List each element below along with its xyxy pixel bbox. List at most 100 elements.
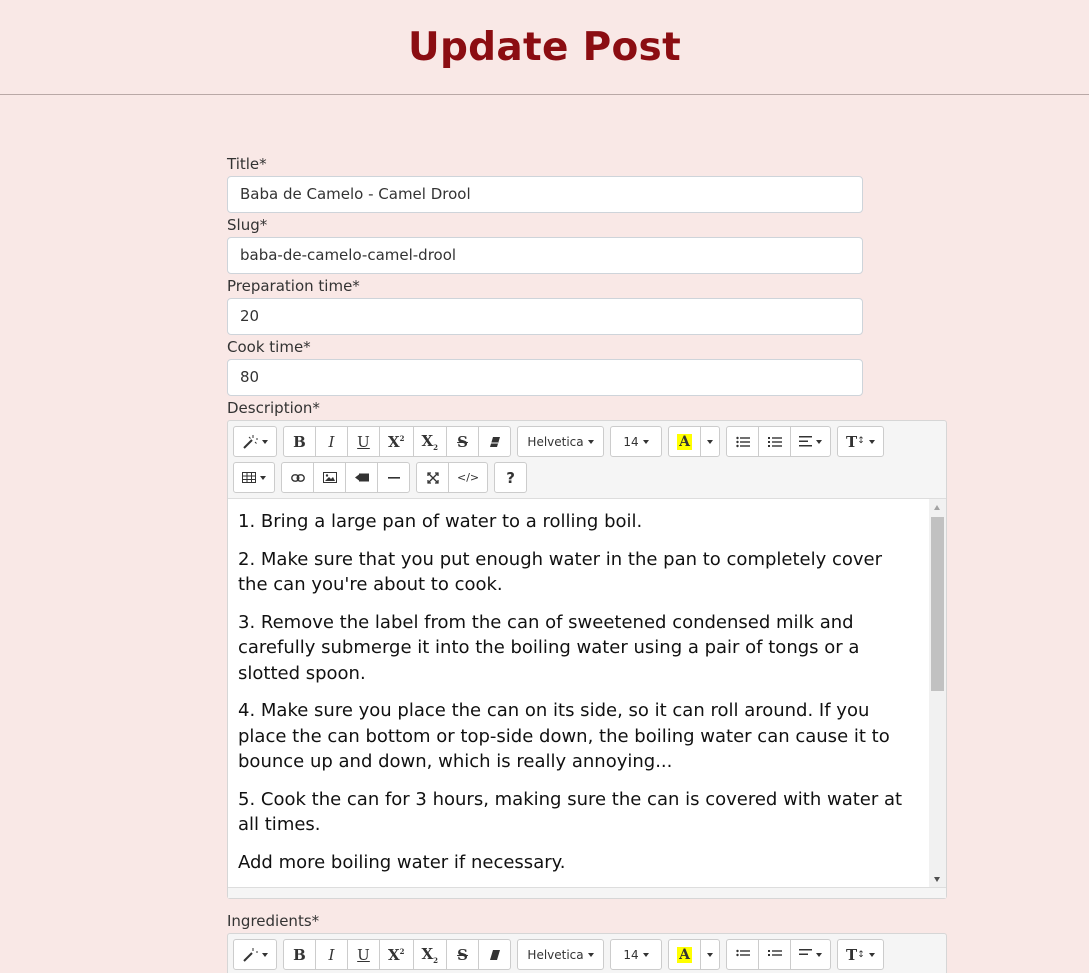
ingredients-line-height-dropdown[interactable]: T ↕ [837,939,884,970]
description-paragraph: 2. Make sure that you put enough water i… [238,548,883,596]
line-height-arrows-icon: ↕ [857,436,865,446]
title-label: Title* [227,155,267,173]
description-paragraph: 1. Bring a large pan of water to a rolli… [238,511,643,532]
subscript-button[interactable]: X2 [412,426,448,457]
cook-time-input[interactable]: 80 [227,359,863,396]
link-button[interactable] [281,462,314,493]
video-button[interactable] [345,462,378,493]
help-button[interactable]: ? [494,462,528,493]
bold-button[interactable]: B [283,426,316,457]
description-editor: B I U X2 X2 S Helvetica 14 A T ↕ </> ? 1… [227,420,947,899]
help-icon: ? [506,468,515,487]
horizontal-rule-button[interactable] [377,462,410,493]
text-height-icon: T [846,945,858,964]
subscript-icon: X2 [421,431,439,452]
title-input[interactable]: Baba de Camelo - Camel Drool [227,176,863,213]
ordered-list-icon [767,436,782,448]
font-family-dropdown[interactable]: Helvetica [517,426,605,457]
font-size-value: 14 [623,947,639,962]
style-button[interactable] [233,426,277,457]
link-icon [290,473,305,482]
superscript-button[interactable]: X2 [379,426,414,457]
description-content-area[interactable]: 1. Bring a large pan of water to a rolli… [228,498,946,887]
ingredients-highlight-color-button[interactable]: A [668,939,702,970]
bold-icon: B [293,945,306,964]
clear-format-button[interactable] [478,426,512,457]
description-paragraph: 3. Remove the label from the can of swee… [238,611,860,684]
editor-resize-bar[interactable] [228,887,946,898]
fullscreen-icon [426,471,439,484]
underline-icon: U [357,432,370,451]
unordered-list-icon [735,949,750,961]
ingredients-superscript-button[interactable]: X2 [379,939,414,970]
code-view-button[interactable]: </> [448,462,489,493]
preparation-time-input[interactable]: 20 [227,298,863,335]
page-header: Update Post [0,0,1089,95]
unordered-list-button[interactable] [726,426,760,457]
ordered-list-icon [767,949,782,961]
ingredients-bold-button[interactable]: B [283,939,316,970]
line-height-dropdown[interactable]: T ↕ [837,426,884,457]
strikethrough-button[interactable]: S [446,426,480,457]
scroll-down-arrow-icon[interactable] [934,877,940,882]
image-button[interactable] [313,462,346,493]
code-view-icon: </> [457,471,480,484]
ingredients-toolbar: B I U X2 X2 S Helvetica 14 A T ↕ [228,934,946,970]
ingredients-label: Ingredients* [227,912,320,930]
ingredients-subscript-button[interactable]: X2 [412,939,448,970]
font-size-value: 14 [623,434,639,449]
eraser-icon [489,436,501,448]
underline-icon: U [357,945,370,964]
font-size-dropdown[interactable]: 14 [610,426,663,457]
bold-icon: B [293,432,306,451]
cook-time-label: Cook time* [227,338,311,356]
scroll-up-arrow-icon[interactable] [934,505,940,510]
ingredients-font-family-dropdown[interactable]: Helvetica [517,939,605,970]
ordered-list-button[interactable] [758,426,792,457]
text-height-icon: T [846,432,858,451]
ingredients-font-size-dropdown[interactable]: 14 [610,939,663,970]
description-text[interactable]: 1. Bring a large pan of water to a rolli… [228,499,946,875]
ingredients-underline-button[interactable]: U [347,939,380,970]
ingredients-style-button[interactable] [233,939,277,970]
underline-button[interactable]: U [347,426,380,457]
table-button[interactable] [233,462,275,493]
ingredients-unordered-list-button[interactable] [726,939,760,970]
update-post-form: Title* Baba de Camelo - Camel Drool Slug… [227,152,947,973]
italic-icon: I [328,432,335,451]
color-dropdown-button[interactable] [700,426,721,457]
align-icon [799,949,813,960]
fullscreen-button[interactable] [416,462,449,493]
image-icon [322,472,337,483]
magic-wand-icon [242,947,258,962]
description-label: Description* [227,399,320,417]
line-height-arrows-icon: ↕ [857,949,865,960]
ingredients-clear-format-button[interactable] [478,939,512,970]
subscript-icon: X2 [421,944,439,965]
ingredients-italic-button[interactable]: I [315,939,348,970]
superscript-icon: X2 [388,945,405,964]
slug-input[interactable]: baba-de-camelo-camel-drool [227,237,863,274]
horizontal-rule-icon [387,476,400,480]
description-paragraph: 4. Make sure you place the can on its si… [238,700,890,772]
highlight-color-button[interactable]: A [668,426,702,457]
video-icon [354,473,369,482]
ingredients-ordered-list-button[interactable] [758,939,792,970]
highlight-icon: A [677,946,692,963]
table-icon [242,472,256,483]
ingredients-paragraph-align-dropdown[interactable] [790,939,832,970]
font-family-value: Helvetica [527,434,584,449]
description-scrollbar[interactable] [929,499,946,887]
strikethrough-icon: S [457,432,468,451]
magic-wand-icon [242,434,258,449]
ingredients-color-dropdown-button[interactable] [700,939,721,970]
ingredients-strikethrough-button[interactable]: S [446,939,480,970]
italic-icon: I [328,945,335,964]
preparation-time-label: Preparation time* [227,277,360,295]
paragraph-align-dropdown[interactable] [790,426,832,457]
scrollbar-thumb[interactable] [931,517,944,691]
align-icon [799,436,813,447]
italic-button[interactable]: I [315,426,348,457]
editor-toolbar: B I U X2 X2 S Helvetica 14 A T ↕ </> ? [228,421,946,493]
slug-label: Slug* [227,216,268,234]
